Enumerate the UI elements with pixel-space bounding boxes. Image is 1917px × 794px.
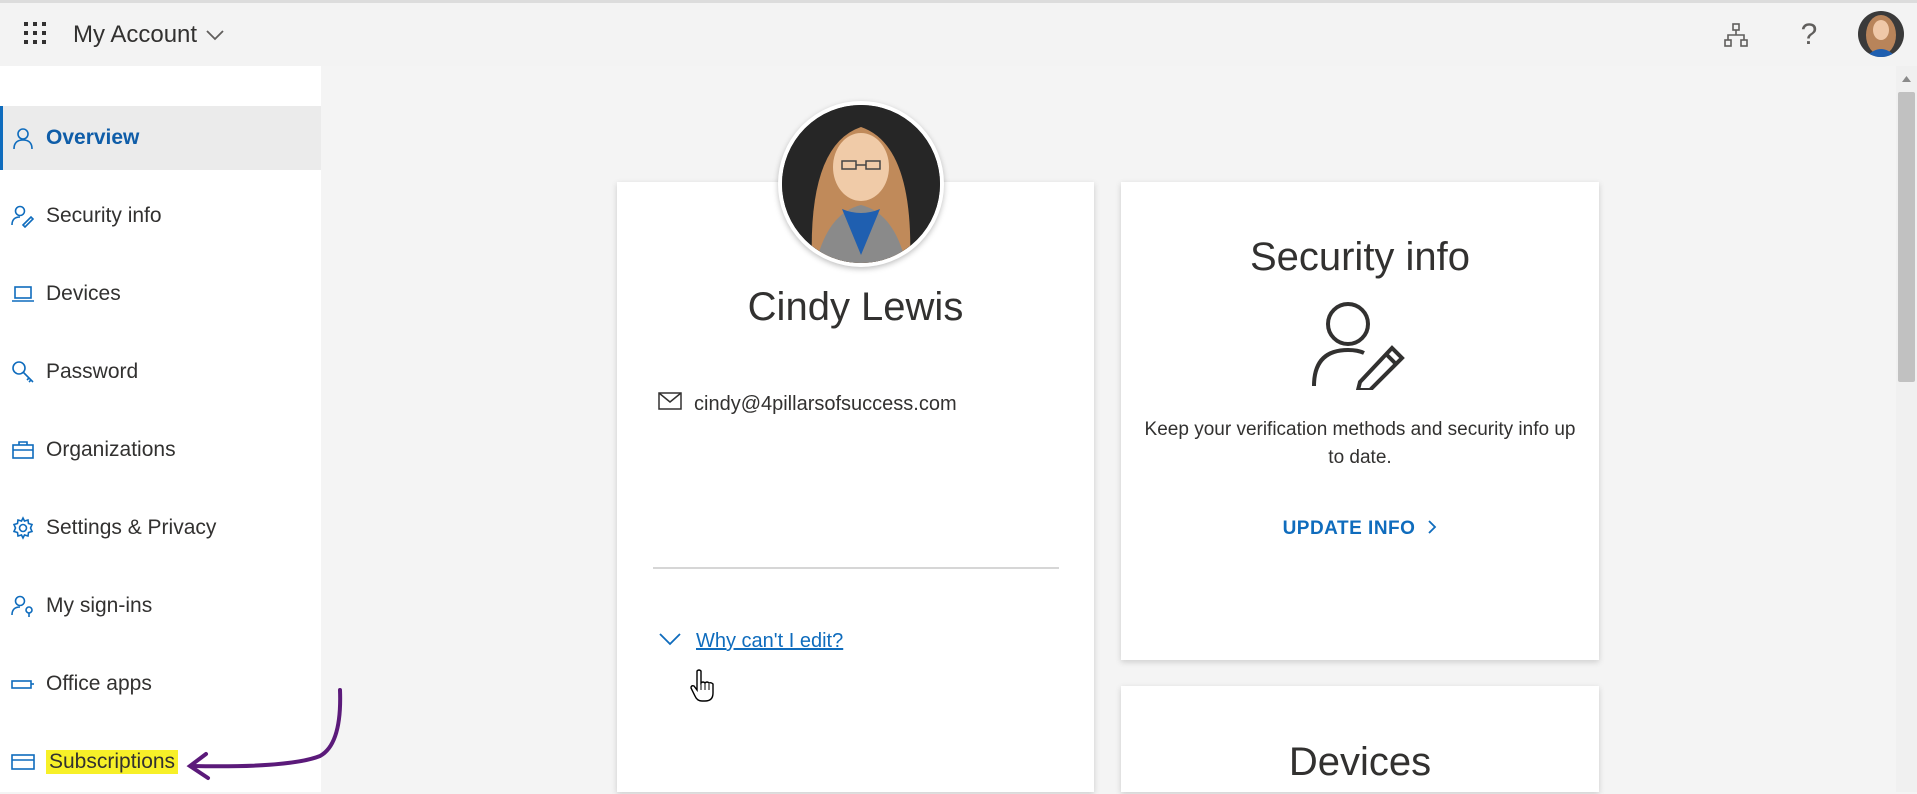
waffle-icon[interactable]: [22, 20, 48, 46]
person-icon: [10, 125, 36, 151]
sidebar-item-settings-privacy[interactable]: Settings & Privacy: [0, 496, 321, 560]
org-chart-icon[interactable]: [1720, 19, 1752, 51]
sidebar-item-my-sign-ins[interactable]: My sign-ins: [0, 574, 321, 638]
main-content: [321, 66, 1896, 792]
sidebar-item-label: Office apps: [46, 672, 152, 695]
chevron-down-icon: [658, 632, 682, 651]
sidebar-item-label: Organizations: [46, 438, 176, 461]
update-info-label: UPDATE INFO: [1282, 518, 1416, 539]
security-card-title: Security info: [1249, 235, 1471, 279]
devices-card-title: Devices: [1288, 740, 1432, 784]
why-cant-edit-toggle[interactable]: Why can't I edit?: [658, 630, 843, 653]
laptop-icon: [10, 281, 36, 307]
sidebar-item-organizations[interactable]: Organizations: [0, 418, 321, 482]
help-glyph: ?: [1800, 18, 1818, 51]
chevron-right-icon: [1427, 519, 1437, 540]
app-title-dropdown[interactable]: My Account: [73, 21, 225, 49]
sidebar-item-label: Devices: [46, 282, 121, 305]
sidebar-item-devices[interactable]: Devices: [0, 262, 321, 326]
sidebar-item-label: Security info: [46, 204, 162, 227]
sidebar-item-label: Overview: [46, 126, 140, 149]
sidebar-item-label: Settings & Privacy: [46, 516, 217, 539]
mail-icon: [658, 392, 682, 416]
why-cant-edit-link[interactable]: Why can't I edit?: [696, 630, 843, 653]
profile-name: Cindy Lewis: [747, 285, 964, 329]
sidebar-item-label: Password: [46, 360, 139, 383]
security-card-description: Keep your verification methods and secur…: [1144, 419, 1576, 468]
avatar[interactable]: [1858, 11, 1904, 57]
email-row: cindy@4pillarsofsuccess.com: [658, 392, 957, 416]
person-key-icon: [10, 593, 36, 619]
key-icon: [10, 359, 36, 385]
hand-cursor-icon: [689, 669, 715, 708]
apps-icon: [10, 671, 36, 697]
sidebar-item-office-apps[interactable]: Office apps: [0, 652, 321, 716]
sidebar-item-password[interactable]: Password: [0, 340, 321, 404]
sidebar-item-label: Subscriptions: [46, 750, 179, 774]
scrollbar-thumb[interactable]: [1898, 92, 1915, 382]
gear-icon: [10, 515, 36, 541]
credit-card-icon: [10, 749, 36, 775]
sidebar-item-overview[interactable]: Overview: [0, 106, 321, 170]
help-icon[interactable]: ?: [1793, 18, 1825, 51]
card-divider: [653, 567, 1059, 569]
profile-photo: [778, 101, 944, 267]
app-title: My Account: [73, 21, 198, 48]
sidebar: Overview Security info Devices Password …: [0, 66, 321, 792]
scroll-up-arrow-icon[interactable]: [1899, 72, 1914, 86]
sidebar-item-label: My sign-ins: [46, 594, 153, 617]
update-info-button[interactable]: UPDATE INFO: [1121, 518, 1599, 540]
person-key-icon: [10, 203, 36, 229]
profile-email: cindy@4pillarsofsuccess.com: [694, 392, 957, 415]
chevron-down-icon: [205, 21, 225, 49]
briefcase-icon: [10, 437, 36, 463]
person-edit-icon: [1310, 298, 1406, 395]
sidebar-item-subscriptions[interactable]: Subscriptions: [0, 730, 321, 794]
top-bar: My Account ?: [0, 0, 1917, 66]
sidebar-item-security-info[interactable]: Security info: [0, 184, 321, 248]
